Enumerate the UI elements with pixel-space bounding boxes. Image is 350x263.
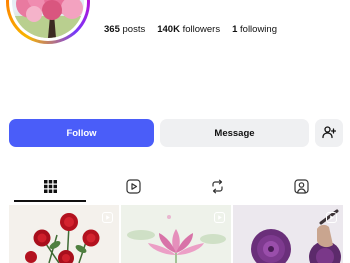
tab-tagged[interactable] bbox=[290, 178, 312, 200]
following-stat[interactable]: 1 following bbox=[232, 24, 277, 35]
tab-reels[interactable] bbox=[122, 178, 144, 200]
profile-stats: 365 posts 140K followers 1 following bbox=[104, 24, 277, 35]
reel-badge-icon bbox=[214, 210, 225, 223]
add-user-icon bbox=[322, 125, 337, 142]
grid-icon bbox=[43, 180, 57, 198]
follow-button[interactable]: Follow bbox=[9, 119, 154, 147]
avatar[interactable] bbox=[6, 0, 90, 44]
posts-stat[interactable]: 365 posts bbox=[104, 24, 145, 35]
following-count: 1 bbox=[232, 24, 241, 35]
tagged-icon bbox=[293, 179, 309, 199]
posts-label: posts bbox=[122, 24, 146, 35]
followers-count: 140K bbox=[157, 24, 183, 35]
repost-icon bbox=[210, 179, 225, 199]
suggested-users-button[interactable] bbox=[315, 119, 343, 147]
cherry-blossom-avatar-image bbox=[12, 0, 84, 38]
message-button[interactable]: Message bbox=[160, 119, 309, 147]
grid-post-lotus[interactable] bbox=[121, 205, 231, 263]
grid-post-roses[interactable] bbox=[9, 205, 119, 263]
reels-icon bbox=[125, 179, 141, 199]
followers-label: followers bbox=[182, 24, 221, 35]
active-tab-indicator bbox=[14, 200, 86, 202]
tab-reposts[interactable] bbox=[206, 178, 228, 200]
reel-badge-icon bbox=[102, 210, 113, 223]
posts-count: 365 bbox=[104, 24, 123, 35]
profile-tabs bbox=[0, 178, 350, 202]
posts-grid bbox=[9, 205, 343, 263]
followers-stat[interactable]: 140K followers bbox=[157, 24, 220, 35]
profile-page: 365 posts 140K followers 1 following Fol… bbox=[0, 0, 350, 263]
follow-button-label: Follow bbox=[66, 127, 97, 139]
tab-posts-grid[interactable] bbox=[39, 178, 61, 200]
following-label: following bbox=[240, 24, 277, 35]
message-button-label: Message bbox=[214, 127, 255, 139]
grid-post-dahlia[interactable] bbox=[233, 205, 343, 263]
reel-badge-icon bbox=[326, 210, 337, 223]
